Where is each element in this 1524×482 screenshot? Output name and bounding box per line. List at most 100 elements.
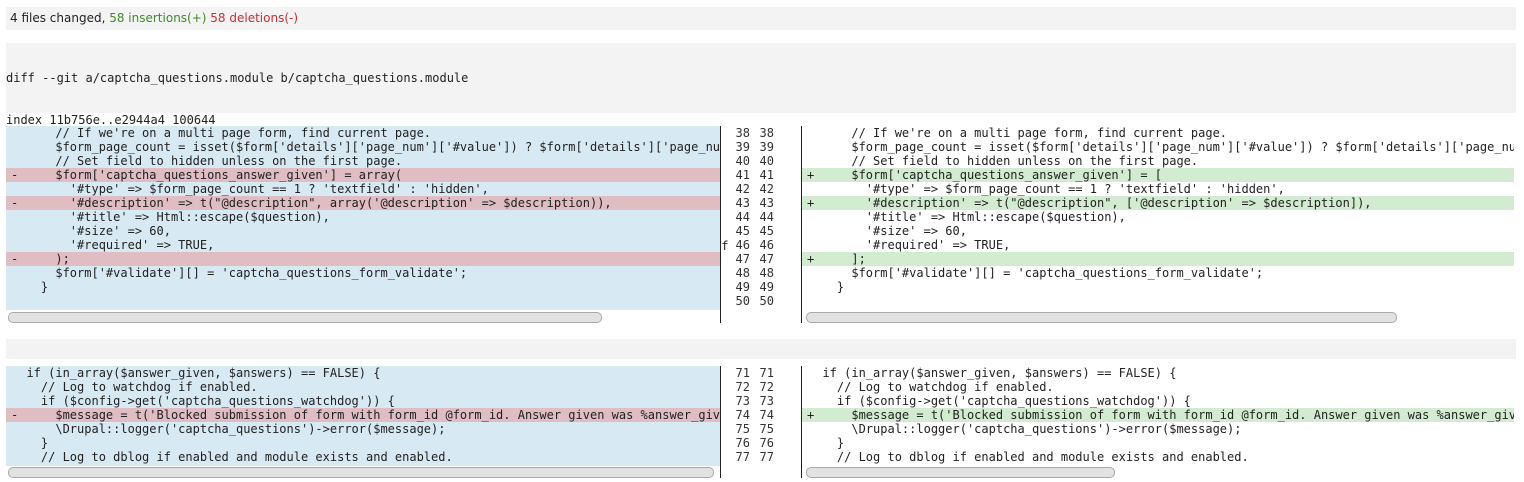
code-text: \Drupal::logger('captcha_questions')->er… — [12, 422, 445, 436]
diff-file-header: diff --git a/captcha_questions.module b/… — [6, 43, 1516, 113]
line-number-row: 71 71 — [732, 366, 788, 380]
code-text: ]; — [808, 252, 866, 266]
code-line: if (in_array($answer_given, $answers) ==… — [6, 366, 720, 380]
code-line: '#required' => TRUE, — [802, 238, 1514, 252]
line-number-row: 7777 — [732, 450, 788, 464]
hunk1-left-scrollbar[interactable] — [8, 312, 602, 323]
hunk2-left-pane: if (in_array($answer_given, $answers) ==… — [6, 366, 720, 466]
code-line: - $form['captcha_questions_answer_given'… — [6, 168, 720, 182]
index-line: index 11b756e..e2944a4 100644 — [6, 113, 1516, 127]
code-line: '#size' => 60, — [802, 224, 1514, 238]
old-line-number: 45 — [732, 224, 750, 238]
code-line: $form['#validate'][] = 'captcha_question… — [6, 266, 720, 280]
old-line-number: 41 — [732, 168, 750, 182]
code-line: \Drupal::logger('captcha_questions')->er… — [6, 422, 720, 436]
old-line-number: 72 — [732, 380, 750, 394]
code-text: '#type' => $form_page_count == 1 ? 'text… — [12, 182, 489, 196]
code-text: if ($config->get('captcha_questions_watc… — [12, 394, 395, 408]
code-text: '#size' => 60, — [808, 224, 967, 238]
hunk2-right-scrollbar[interactable] — [806, 467, 1115, 478]
new-line-number: 76 — [756, 436, 774, 450]
code-line: // Set field to hidden unless on the fir… — [802, 154, 1514, 168]
code-text: $message = t('Blocked submission of form… — [808, 408, 1514, 422]
code-line: // Set field to hidden unless on the fir… — [6, 154, 720, 168]
code-text: if (in_array($answer_given, $answers) ==… — [12, 366, 380, 380]
new-line-number: 72 — [756, 380, 774, 394]
code-text: } — [12, 436, 48, 450]
hunk1-left-divider — [720, 126, 721, 323]
code-line: $form['#validate'][] = 'captcha_question… — [802, 266, 1514, 280]
code-line: // If we're on a multi page form, find c… — [6, 126, 720, 140]
code-line: } — [802, 280, 1514, 294]
code-line: '#title' => Html::escape($question), — [802, 210, 1514, 224]
code-text: '#description' => t("@description", ['@d… — [808, 196, 1372, 210]
code-line: - '#description' => t("@description", ar… — [6, 196, 720, 210]
code-line: } — [6, 436, 720, 450]
code-line: // Log to dblog if enabled and module ex… — [6, 450, 720, 464]
hunk1-right-scrollbar[interactable] — [806, 312, 1397, 323]
hunk1-right-pane: // If we're on a multi page form, find c… — [802, 126, 1514, 310]
added-marker: + — [807, 196, 814, 210]
line-number-row: 4949 — [732, 280, 788, 294]
code-line: $form_page_count = isset($form['details'… — [6, 140, 720, 154]
code-text: \Drupal::logger('captcha_questions')->er… — [808, 422, 1241, 436]
hunk2-right-pane: if (in_array($answer_given, $answers) ==… — [802, 366, 1514, 466]
new-line-number: 43 — [756, 196, 774, 210]
code-line: '#type' => $form_page_count == 1 ? 'text… — [6, 182, 720, 196]
code-text: $form['#validate'][] = 'captcha_question… — [808, 266, 1263, 280]
code-line: '#type' => $form_page_count == 1 ? 'text… — [802, 182, 1514, 196]
new-line-number: 38 — [756, 126, 774, 140]
code-text: $form_page_count = isset($form['details'… — [12, 140, 720, 154]
new-line-number: 45 — [756, 224, 774, 238]
code-line: '#title' => Html::escape($question), — [6, 210, 720, 224]
old-line-number: 71 — [732, 366, 750, 380]
code-line: // Log to dblog if enabled and module ex… — [802, 450, 1514, 464]
old-line-number: 39 — [732, 140, 750, 154]
removed-marker: - — [11, 408, 18, 422]
code-line — [6, 294, 720, 308]
old-line-number: 75 — [732, 422, 750, 436]
line-number-row: 7676 — [732, 436, 788, 450]
old-line-number: 77 — [732, 450, 750, 464]
line-number-row: 4848 — [732, 266, 788, 280]
code-text: ); — [12, 252, 70, 266]
line-number-row: 4040 — [732, 154, 788, 168]
code-text: $message = t('Blocked submission of form… — [12, 408, 720, 422]
removed-marker: - — [11, 168, 18, 182]
new-line-number: 47 — [756, 252, 774, 266]
diff-summary: 4 files changed, 58 insertions(+) 58 del… — [6, 7, 1516, 30]
new-line-number: 71 — [756, 366, 774, 380]
diff-git-line: diff --git a/captcha_questions.module b/… — [6, 71, 1516, 85]
line-number-row: 45 45 — [732, 224, 788, 238]
line-number-row: 72 72 — [732, 380, 788, 394]
line-number-row: 4646 — [732, 238, 788, 252]
new-line-number: 41 — [756, 168, 774, 182]
code-line: if ($config->get('captcha_questions_watc… — [6, 394, 720, 408]
line-number-row: 74 74 — [732, 408, 788, 422]
added-marker: + — [807, 408, 814, 422]
code-line: + $form['captcha_questions_answer_given'… — [802, 168, 1514, 182]
code-text: '#required' => TRUE, — [12, 238, 214, 252]
hunk2-left-scrollbar[interactable] — [8, 467, 714, 478]
line-number-row: 3838 — [732, 126, 788, 140]
hunk2-line-numbers: 7171727273737474757576767777 — [732, 366, 788, 464]
old-line-number: 43 — [732, 196, 750, 210]
code-text: $form['captcha_questions_answer_given'] … — [808, 168, 1162, 182]
insertions-count: 58 insertions(+) — [109, 11, 206, 25]
code-text: // Log to dblog if enabled and module ex… — [12, 450, 453, 464]
new-line-number: 42 — [756, 182, 774, 196]
new-line-number: 40 — [756, 154, 774, 168]
removed-marker: - — [11, 196, 18, 210]
line-number-row: 43 43 — [732, 196, 788, 210]
code-text: // If we're on a multi page form, find c… — [12, 126, 431, 140]
code-text: } — [12, 280, 48, 294]
code-text: '#required' => TRUE, — [808, 238, 1010, 252]
code-line: '#required' => TRUE, — [6, 238, 720, 252]
files-changed-text: 4 files changed, — [10, 11, 105, 25]
old-line-number: 74 — [732, 408, 750, 422]
line-number-row: 5050 — [732, 294, 788, 308]
new-line-number: 74 — [756, 408, 774, 422]
line-number-row: 3939 — [732, 140, 788, 154]
line-number-row: 4242 — [732, 182, 788, 196]
code-text: '#title' => Html::escape($question), — [12, 210, 330, 224]
